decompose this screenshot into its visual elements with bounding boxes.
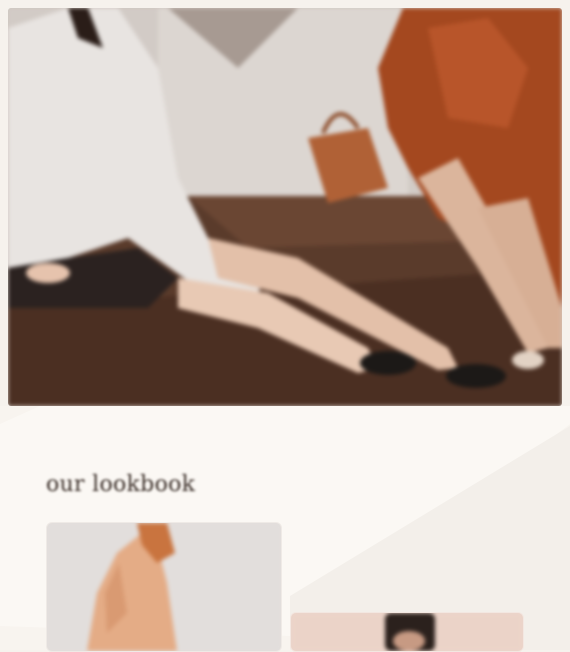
lookbook-portrait-icon [291,613,523,651]
lookbook-photo-icon [47,523,281,651]
hero-banner[interactable] [8,8,562,406]
lookbook-section: our lookbook [0,406,570,652]
hero-photo [8,8,562,406]
lookbook-card-1[interactable] [46,522,282,652]
lookbook-title: our lookbook [46,472,196,497]
lookbook-card-2[interactable] [290,612,524,652]
